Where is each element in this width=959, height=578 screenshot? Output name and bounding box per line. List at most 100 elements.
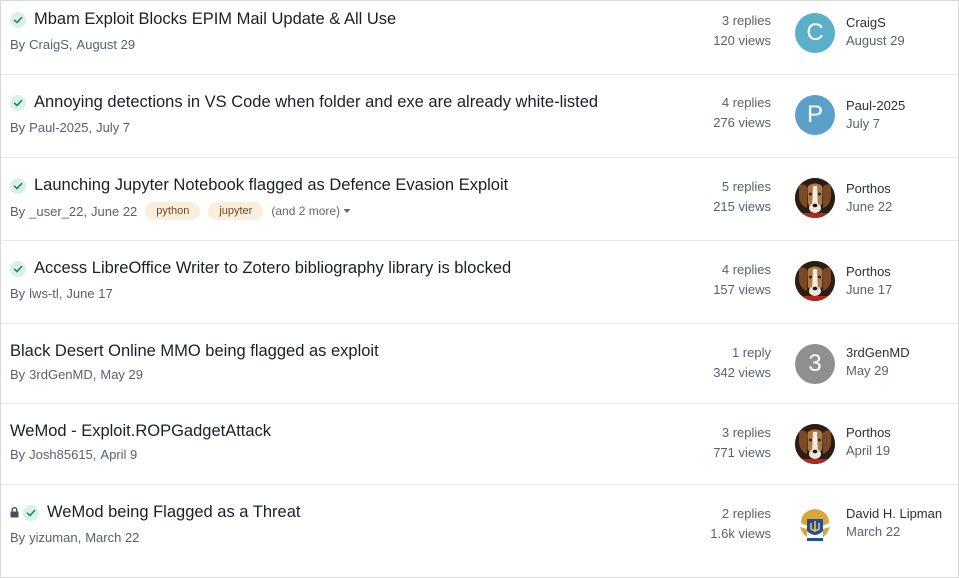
avatar[interactable] <box>795 505 835 545</box>
dog-avatar-icon <box>795 261 835 301</box>
topic-author-link[interactable]: 3rdGenMD <box>29 367 93 382</box>
last-poster-link[interactable]: 3rdGenMD <box>846 344 910 362</box>
reply-count: 5 replies <box>721 179 771 194</box>
avatar[interactable]: C <box>795 13 835 53</box>
topic-stats: 2 replies 1.6k views <box>710 504 771 544</box>
last-post-date[interactable]: March 22 <box>846 523 942 541</box>
topic-meta: By yizuman, March 22 <box>10 530 139 545</box>
topic-stats: 4 replies 157 views <box>713 260 771 300</box>
topic-author-link[interactable]: lws-tl <box>29 286 59 301</box>
solved-check-icon <box>10 177 26 194</box>
topic-stats: 5 replies 215 views <box>713 177 771 217</box>
dog-avatar-icon <box>795 424 835 464</box>
avatar[interactable]: P <box>795 95 835 135</box>
tag-python[interactable]: python <box>145 202 201 220</box>
avatar[interactable]: 3 <box>795 344 835 384</box>
topic-meta: By _user_22, June 22 python jupyter (and 2 mo… <box>10 202 351 220</box>
topic-date: August 29 <box>76 37 136 52</box>
avatar[interactable] <box>795 178 835 218</box>
topic-author-link[interactable]: Paul-2025 <box>29 120 88 135</box>
topic-title-link[interactable]: WeMod being Flagged as a Threat <box>47 503 300 522</box>
topic-row: Launching Jupyter Notebook flagged as De… <box>1 158 958 241</box>
topic-row: Black Desert Online MMO being flagged as… <box>1 324 958 404</box>
separator-comma: , <box>88 120 93 135</box>
topic-title-link[interactable]: Access LibreOffice Writer to Zotero bibl… <box>34 259 511 278</box>
topic-stats: 3 replies 120 views <box>713 11 771 51</box>
last-post-date[interactable]: July 7 <box>846 115 905 133</box>
topic-title-link[interactable]: Black Desert Online MMO being flagged as… <box>10 342 379 361</box>
last-post-info: Porthos June 22 <box>846 180 892 216</box>
by-label: By <box>10 530 26 545</box>
topic-title-line: WeMod - Exploit.ROPGadgetAttack <box>10 422 271 441</box>
topic-stats: 3 replies 771 views <box>713 423 771 463</box>
reply-count: 2 replies <box>721 506 771 521</box>
topic-meta: By Paul-2025, July 7 <box>10 120 130 135</box>
last-poster-link[interactable]: Porthos <box>846 180 892 198</box>
lock-icon <box>10 507 19 518</box>
separator-comma: , <box>58 286 63 301</box>
topic-author-link[interactable]: Josh85615 <box>29 447 93 462</box>
last-post-date[interactable]: June 22 <box>846 198 892 216</box>
topic-title-line: Mbam Exploit Blocks EPIM Mail Update & A… <box>10 10 396 29</box>
topic-title-line: Access LibreOffice Writer to Zotero bibl… <box>10 259 511 278</box>
avatar[interactable] <box>795 424 835 464</box>
topic-title-link[interactable]: WeMod - Exploit.ROPGadgetAttack <box>10 422 271 441</box>
last-poster-link[interactable]: Porthos <box>846 424 891 442</box>
last-post-info: CraigS August 29 <box>846 14 905 50</box>
topic-author-link[interactable]: _user_22 <box>29 204 83 219</box>
last-poster-link[interactable]: Paul-2025 <box>846 97 905 115</box>
by-label: By <box>10 367 26 382</box>
reply-count: 3 replies <box>721 13 771 28</box>
last-post-date[interactable]: June 17 <box>846 281 892 299</box>
topic-meta: By Josh85615, April 9 <box>10 447 137 462</box>
tag-jupyter[interactable]: jupyter <box>208 202 264 220</box>
dog-avatar-icon <box>795 178 835 218</box>
by-label: By <box>10 120 26 135</box>
topic-date: July 7 <box>96 120 131 135</box>
last-post-info: Porthos June 17 <box>846 263 892 299</box>
topic-author-link[interactable]: CraigS <box>29 37 69 52</box>
topic-date: May 29 <box>100 367 144 382</box>
crest-avatar-icon <box>796 506 834 544</box>
solved-check-icon <box>10 94 26 111</box>
reply-count: 4 replies <box>721 95 771 110</box>
reply-count: 3 replies <box>721 425 771 440</box>
last-poster-link[interactable]: David H. Lipman <box>846 505 942 523</box>
last-post-date[interactable]: April 19 <box>846 442 891 460</box>
last-poster-link[interactable]: Porthos <box>846 263 892 281</box>
topic-title-link[interactable]: Launching Jupyter Notebook flagged as De… <box>34 176 508 195</box>
solved-check-icon <box>23 504 39 521</box>
last-poster-link[interactable]: CraigS <box>846 14 905 32</box>
by-label: By <box>10 37 26 52</box>
separator-comma: , <box>92 367 97 382</box>
view-count: 120 views <box>713 33 771 48</box>
topic-stats: 4 replies 276 views <box>713 93 771 133</box>
more-tags-label: (and 2 more) <box>271 204 341 218</box>
reply-count: 4 replies <box>721 262 771 277</box>
view-count: 771 views <box>713 445 771 460</box>
topic-title-link[interactable]: Mbam Exploit Blocks EPIM Mail Update & A… <box>34 10 396 29</box>
topic-row: Mbam Exploit Blocks EPIM Mail Update & A… <box>1 1 958 75</box>
topic-date: June 22 <box>91 203 138 219</box>
last-post-info: David H. Lipman March 22 <box>846 505 942 541</box>
topic-date: June 17 <box>66 286 113 301</box>
view-count: 215 views <box>713 199 771 214</box>
view-count: 157 views <box>713 282 771 297</box>
avatar[interactable] <box>795 261 835 301</box>
separator-comma: , <box>77 530 82 545</box>
solved-check-icon <box>10 260 26 277</box>
last-post-info: 3rdGenMD May 29 <box>846 344 910 380</box>
by-label: By <box>10 203 26 219</box>
separator-comma: , <box>68 37 73 52</box>
separator-comma: , <box>92 447 97 462</box>
caret-down-icon <box>340 204 351 218</box>
topic-author-link[interactable]: yizuman <box>29 530 77 545</box>
reply-count: 1 reply <box>731 345 771 360</box>
last-post-date[interactable]: August 29 <box>846 32 905 50</box>
avatar-letter: P <box>806 101 823 128</box>
last-post-date[interactable]: May 29 <box>846 362 910 380</box>
topic-title-line: Annoying detections in VS Code when fold… <box>10 93 598 112</box>
more-tags-toggle[interactable]: (and 2 more) <box>271 204 351 218</box>
topic-row: Access LibreOffice Writer to Zotero bibl… <box>1 241 958 324</box>
topic-title-link[interactable]: Annoying detections in VS Code when fold… <box>34 93 598 112</box>
